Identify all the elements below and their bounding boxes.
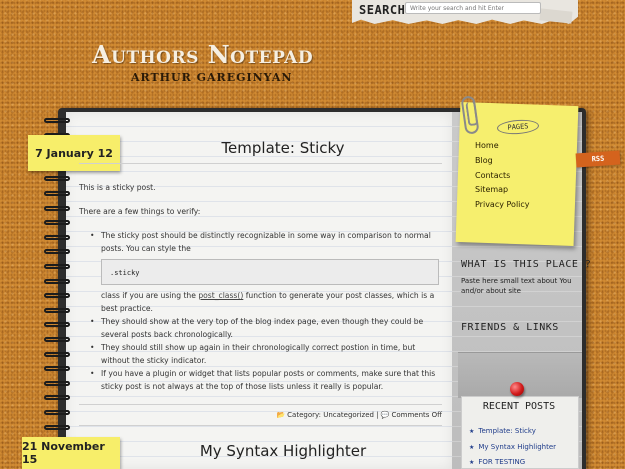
post-body: This is a sticky post. There are a few t… xyxy=(79,181,443,393)
site-title[interactable]: Authors Notepad xyxy=(92,40,313,69)
site-subtitle: ARTHUR GAREGINYAN xyxy=(131,71,293,84)
spiral-ring xyxy=(44,234,70,240)
spiral-ring xyxy=(44,220,70,226)
list-item: The sticky post should be distinctly rec… xyxy=(90,229,443,315)
spiral-ring xyxy=(44,293,70,299)
spiral-ring xyxy=(44,264,70,269)
friends-widget-title: FRIENDS & LINKS xyxy=(461,322,559,333)
category-label: Category: xyxy=(287,411,324,419)
recent-post-link[interactable]: My Syntax Highlighter xyxy=(469,440,556,456)
search-label: SEARCH xyxy=(359,3,406,17)
comments-status: Comments Off xyxy=(391,411,442,419)
about-widget-text: Paste here small text about You and/or a… xyxy=(461,277,572,295)
spiral-ring xyxy=(44,249,70,255)
spiral-ring xyxy=(44,278,70,284)
folder-icon: 📂 xyxy=(276,411,286,419)
spiral-ring xyxy=(44,191,70,196)
nav-item-sitemap[interactable]: Sitemap xyxy=(475,183,530,198)
list-item: If you have a plugin or widget that list… xyxy=(90,367,443,393)
list-item-text: class if you are using the xyxy=(101,291,199,300)
post-date-note: 7 January 12 xyxy=(28,135,120,171)
spiral-ring xyxy=(44,337,70,342)
list-item: They should show at the very top of the … xyxy=(90,315,443,341)
recent-posts-list: Template: Sticky My Syntax Highlighter F… xyxy=(469,424,556,469)
list-item: They should still show up again in their… xyxy=(90,341,443,367)
pushpin-icon xyxy=(510,382,524,396)
spiral-ring xyxy=(44,380,70,386)
nav-item-contacts[interactable]: Contacts xyxy=(475,169,530,184)
nav-item-blog[interactable]: Blog xyxy=(475,154,530,169)
search-input[interactable] xyxy=(405,2,541,14)
spiral-ring xyxy=(44,351,70,357)
recent-post-link[interactable]: FOR TESTING xyxy=(469,455,556,469)
spiral-ring xyxy=(44,424,70,430)
code-block: .sticky xyxy=(101,259,439,285)
title-divider xyxy=(79,163,442,164)
category-link[interactable]: Uncategorized xyxy=(323,411,374,419)
list-item-text: The sticky post should be distinctly rec… xyxy=(101,231,431,253)
nav-item-privacy-policy[interactable]: Privacy Policy xyxy=(475,198,530,213)
recent-post-link[interactable]: Template: Sticky xyxy=(469,424,556,440)
spiral-ring xyxy=(44,307,70,313)
spiral-ring xyxy=(44,176,70,182)
post-intro: This is a sticky post. xyxy=(79,183,156,192)
recent-posts-title: RECENT POSTS xyxy=(482,401,556,412)
post-title[interactable]: Template: Sticky xyxy=(130,139,436,157)
spiral-ring xyxy=(44,366,70,372)
spiral-ring xyxy=(44,395,70,401)
nav-item-home[interactable]: Home xyxy=(475,139,530,154)
rss-icon[interactable]: RSS xyxy=(575,150,621,168)
post-list: The sticky post should be distinctly rec… xyxy=(79,229,443,393)
post-meta: 📂 Category: Uncategorized | 💬 Comments Off xyxy=(79,404,442,426)
spiral-ring xyxy=(44,118,70,123)
comment-icon: 💬 xyxy=(380,411,390,419)
post-date-note: 21 November 15 xyxy=(22,437,120,469)
post-class-link[interactable]: post_class() xyxy=(198,291,243,300)
post-title[interactable]: My Syntax Highlighter xyxy=(130,442,436,460)
pages-nav: Home Blog Contacts Sitemap Privacy Polic… xyxy=(475,139,530,213)
post-verify-text: There are a few things to verify: xyxy=(79,207,201,216)
spiral-ring xyxy=(44,322,70,328)
meta-separator: | xyxy=(373,411,381,419)
spiral-ring xyxy=(44,410,70,415)
about-widget-title: WHAT IS THIS PLACE ? xyxy=(461,259,592,270)
spiral-ring xyxy=(44,205,70,211)
